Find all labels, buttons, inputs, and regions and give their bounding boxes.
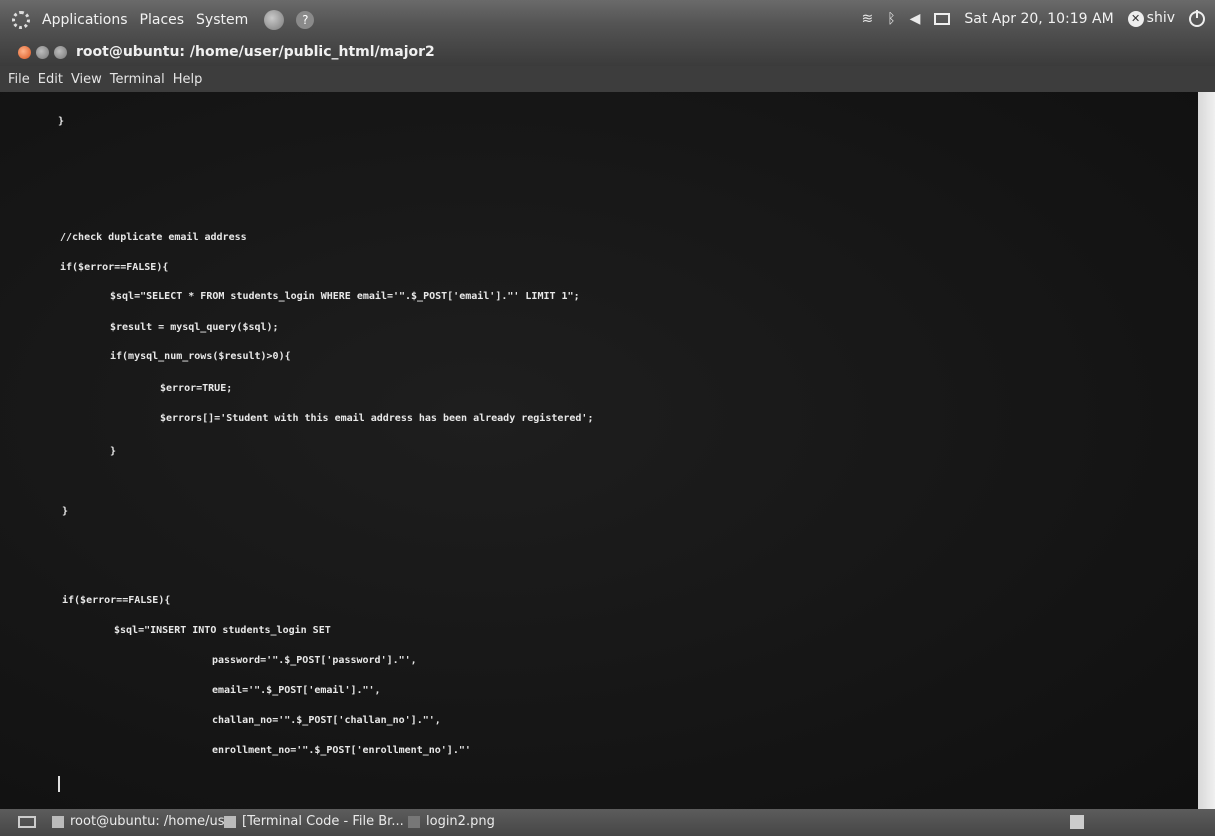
terminal-scrollbar[interactable]	[1198, 92, 1215, 809]
code-line: }	[110, 446, 117, 457]
user-name: shiv	[1146, 10, 1175, 26]
window-controls	[18, 46, 67, 59]
menu-terminal[interactable]: Terminal	[110, 72, 165, 87]
taskbar-item-image[interactable]: login2.png	[408, 814, 495, 829]
volume-icon[interactable]: ◀	[910, 11, 921, 27]
code-line: if(mysql_num_rows($result)>0){	[110, 351, 291, 362]
terminal-menubar: File Edit View Terminal Help	[0, 66, 1215, 92]
close-window-button[interactable]	[18, 46, 31, 59]
maximize-window-button[interactable]	[54, 46, 67, 59]
text-cursor	[58, 776, 60, 792]
window-titlebar[interactable]: root@ubuntu: /home/user/public_html/majo…	[0, 40, 1215, 66]
taskbar-item-label: root@ubuntu: /home/us...	[70, 814, 237, 829]
code-line: if($error==FALSE){	[60, 262, 169, 273]
clock[interactable]: Sat Apr 20, 10:19 AM	[964, 11, 1113, 27]
browser-launcher-icon[interactable]	[264, 10, 285, 30]
panel-menus: Applications Places System ?	[12, 10, 315, 30]
bluetooth-icon[interactable]: ᛒ	[887, 11, 895, 27]
code-line: }	[62, 506, 69, 517]
code-line: $error=TRUE;	[160, 383, 233, 394]
code-line: }	[58, 116, 65, 127]
menu-view[interactable]: View	[71, 72, 102, 87]
window-title: root@ubuntu: /home/user/public_html/majo…	[76, 44, 435, 60]
code-line: $sql="INSERT INTO students_login SET	[114, 625, 331, 636]
taskbar-item-label: login2.png	[426, 814, 495, 829]
show-desktop-icon[interactable]	[18, 816, 36, 828]
menu-file[interactable]: File	[8, 72, 30, 87]
code-line: email='".$_POST['email']."',	[212, 685, 381, 696]
folder-icon	[224, 815, 236, 828]
menu-help[interactable]: Help	[173, 72, 203, 87]
applications-menu[interactable]: Applications	[42, 12, 128, 28]
wifi-icon[interactable]: ≋	[861, 11, 873, 27]
panel-indicators: ≋ ᛒ ◀ Sat Apr 20, 10:19 AM ✕ shiv	[861, 9, 1205, 27]
bottom-taskbar: root@ubuntu: /home/us... [Terminal Code …	[0, 809, 1215, 836]
code-line: password='".$_POST['password']."',	[212, 655, 417, 666]
ubuntu-logo-icon[interactable]	[12, 11, 30, 29]
minimize-window-button[interactable]	[36, 46, 49, 59]
menu-edit[interactable]: Edit	[38, 72, 63, 87]
terminal-icon	[52, 815, 64, 828]
mail-icon[interactable]	[934, 12, 951, 25]
terminal-output[interactable]: } //check duplicate email address if($er…	[0, 92, 1198, 809]
taskbar-item-file-browser[interactable]: [Terminal Code - File Br...	[224, 814, 404, 829]
code-line: challan_no='".$_POST['challan_no']."',	[212, 715, 441, 726]
code-line: $sql="SELECT * FROM students_login WHERE…	[110, 291, 580, 302]
taskbar-item-terminal[interactable]: root@ubuntu: /home/us...	[52, 814, 237, 829]
system-menu[interactable]: System	[196, 12, 248, 28]
code-line: //check duplicate email address	[60, 232, 247, 243]
user-menu[interactable]: ✕ shiv	[1127, 10, 1175, 27]
code-line: enrollment_no='".$_POST['enrollment_no']…	[212, 745, 471, 756]
code-line: $result = mysql_query($sql);	[110, 322, 279, 333]
taskbar-item-label: [Terminal Code - File Br...	[242, 814, 404, 829]
code-line: if($error==FALSE){	[62, 595, 171, 606]
code-line: $errors[]='Student with this email addre…	[160, 413, 594, 424]
help-icon[interactable]: ?	[296, 11, 315, 29]
image-icon	[408, 815, 420, 828]
power-icon[interactable]	[1189, 9, 1205, 27]
user-icon: ✕	[1127, 11, 1144, 27]
trash-icon[interactable]	[1070, 815, 1084, 829]
top-panel: Applications Places System ? ≋ ᛒ ◀ Sat A…	[0, 0, 1215, 40]
places-menu[interactable]: Places	[140, 12, 185, 28]
